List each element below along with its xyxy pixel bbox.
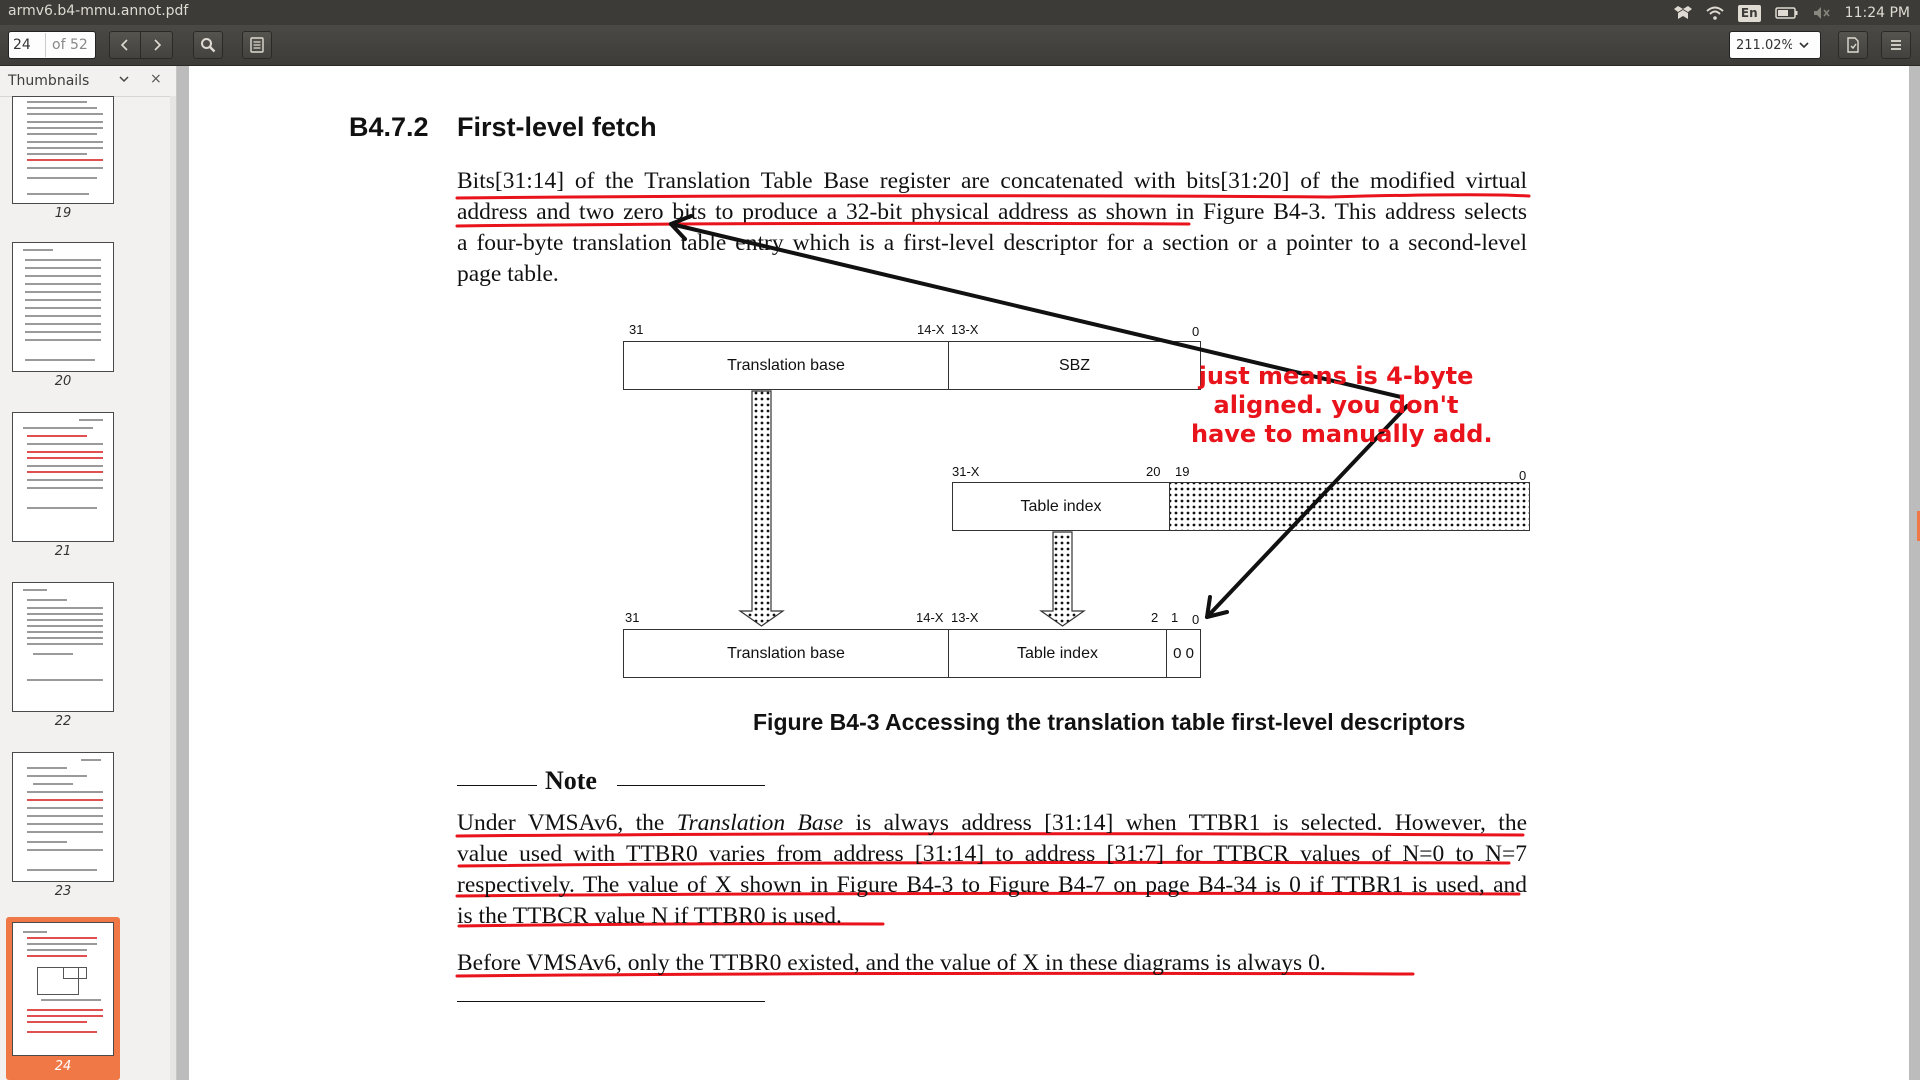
figure-caption: Figure B4-3 Accessing the translation ta… (753, 709, 1466, 735)
close-icon[interactable]: × (150, 71, 162, 87)
note-rule-left (457, 785, 537, 786)
chevron-down-icon (1799, 42, 1809, 49)
annotation-line: aligned. you don't (1213, 391, 1459, 419)
sidebar-toggle-icon (250, 37, 264, 53)
thumbnail-page[interactable] (12, 582, 114, 712)
sidebar-scrollbar[interactable] (170, 96, 176, 1080)
handwritten-annotation: just means is 4-byte aligned. you don't … (1191, 362, 1493, 449)
page-number-input[interactable] (9, 33, 45, 57)
document-view[interactable]: B4.7.2 First-level fetch Bits[31:14] of … (177, 66, 1920, 1080)
annotation-line: just means is 4-byte (1198, 362, 1474, 390)
document-properties-icon (1847, 37, 1859, 53)
note-paragraph: Before VMSAv6, only the TTBR0 existed, a… (457, 948, 1527, 979)
text-line: Under VMSAv6, the Translation Base is al… (457, 808, 1527, 839)
dropbox-icon[interactable] (1673, 3, 1692, 23)
note-italic-term: Translation Base (676, 810, 844, 836)
thumbnail-label: 19 (54, 206, 72, 221)
down-arrow (1039, 531, 1086, 627)
page-selector: of 52 (8, 31, 96, 59)
note-rule-right (617, 785, 765, 786)
text-line: Before VMSAv6, only the TTBR0 existed, a… (457, 950, 1326, 976)
sbz-hatched-region (1169, 482, 1530, 531)
system-tray: En 11:24 PM (1673, 2, 1910, 24)
note-end-rule (457, 1001, 765, 1002)
thumbnail-label: 21 (54, 544, 72, 559)
page-total-label: of 52 (45, 33, 88, 57)
thumbnail-label: 22 (54, 714, 72, 729)
toolbar: of 52 211.02% (0, 25, 1920, 66)
chevron-down-icon[interactable] (118, 74, 130, 84)
top-panel: armv6.b4-mmu.annot.pdf En 11:24 PM (0, 0, 1920, 25)
thumbnail-page[interactable] (12, 752, 114, 882)
note-text: is always address [31:14] when TTBR1 is … (843, 810, 1527, 836)
clock[interactable]: 11:24 PM (1845, 5, 1910, 21)
battery-icon[interactable] (1774, 3, 1799, 23)
previous-page-button[interactable] (109, 31, 141, 59)
thumbnail-page[interactable] (12, 96, 114, 204)
window-title: armv6.b4-mmu.annot.pdf (8, 3, 189, 19)
chevron-left-icon (120, 39, 128, 51)
next-page-button[interactable] (141, 31, 173, 59)
search-button[interactable] (193, 31, 223, 59)
search-icon (201, 38, 216, 53)
text-line: value used with TTBR0 varies from addres… (457, 841, 1527, 867)
wifi-icon[interactable] (1706, 3, 1724, 23)
note-heading: Note (545, 766, 597, 795)
evince-window: armv6.b4-mmu.annot.pdf En 11:24 PM of 52 (0, 0, 1920, 1080)
zoom-value: 211.02% (1736, 37, 1792, 53)
document-properties-button[interactable] (1838, 31, 1868, 59)
sidebar-mode-selector[interactable]: Thumbnails (8, 73, 89, 89)
thumbnail-page-selected[interactable] (12, 922, 114, 1056)
thumbnail-page[interactable] (12, 412, 114, 542)
page-navigation (109, 31, 173, 59)
note-text: Under VMSAv6, the (457, 810, 677, 836)
sidebar-header: Thumbnails × (0, 66, 176, 97)
pdf-page: B4.7.2 First-level fetch Bits[31:14] of … (189, 66, 1909, 1080)
down-arrow (738, 390, 785, 627)
chevron-right-icon (153, 39, 161, 51)
text-line: respectively. The value of X shown in Fi… (457, 872, 1527, 898)
annotation-line: have to manually add. (1191, 420, 1493, 448)
menu-icon (1891, 40, 1901, 50)
zoom-selector[interactable]: 211.02% (1729, 31, 1821, 59)
thumbnail-label: 20 (54, 374, 72, 389)
volume-icon[interactable] (1813, 3, 1831, 23)
note-paragraph: Under VMSAv6, the Translation Base is al… (457, 808, 1527, 932)
input-method-indicator[interactable]: En (1737, 4, 1761, 22)
thumbnail-label: 23 (54, 884, 72, 899)
text-line: is the TTBCR value N if TTBR0 is used. (457, 903, 842, 929)
menu-button[interactable] (1881, 31, 1911, 59)
sidebar-toggle-button[interactable] (242, 31, 272, 59)
thumbnails-sidebar: Thumbnails × 19 20 21 22 23 24 (0, 66, 177, 1080)
thumbnail-page[interactable] (12, 242, 114, 372)
thumbnail-label: 24 (54, 1059, 72, 1074)
